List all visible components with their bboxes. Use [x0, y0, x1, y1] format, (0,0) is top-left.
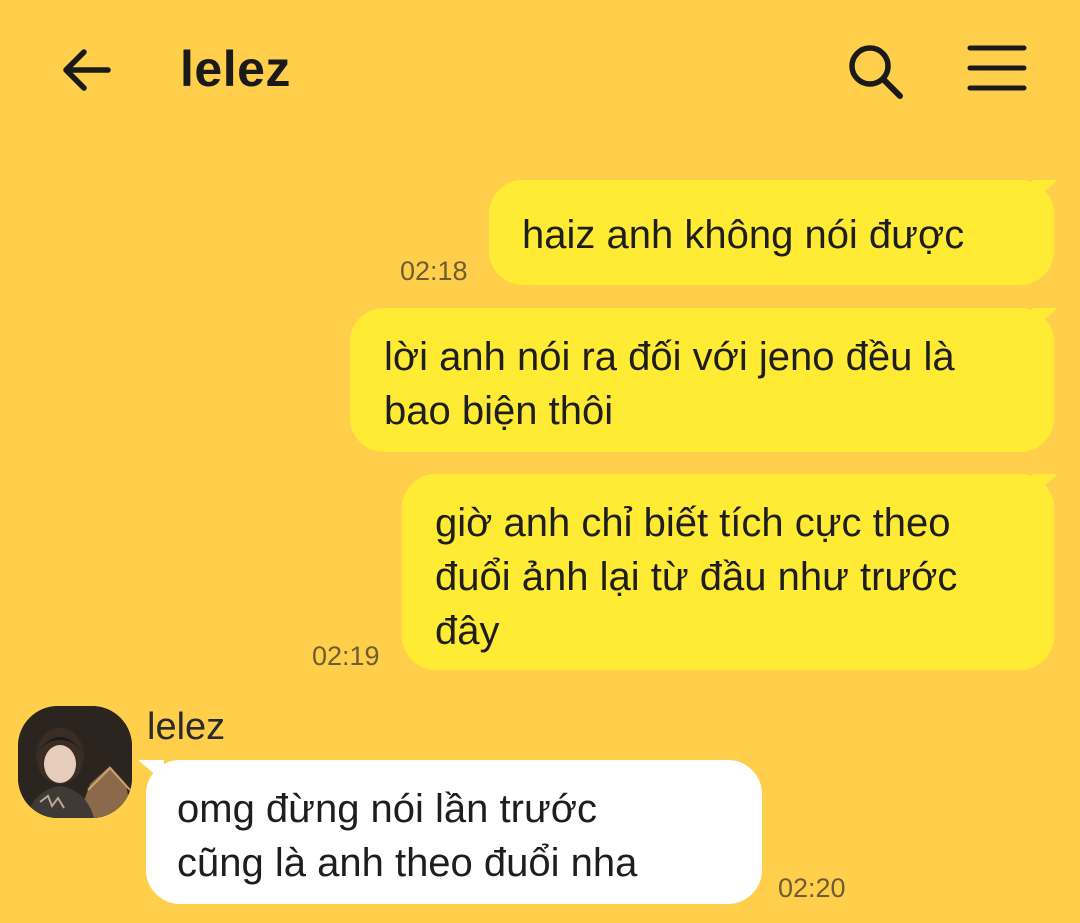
- search-button[interactable]: [844, 40, 908, 104]
- chat-title: lelez: [180, 41, 291, 97]
- chat-header: lelez: [0, 0, 1080, 140]
- profile-photo: [18, 706, 132, 818]
- hamburger-menu-icon: [967, 45, 1027, 91]
- bubble-tail: [1032, 474, 1058, 496]
- message-line: omg đừng nói lần trước: [177, 787, 597, 831]
- message-timestamp: 02:20: [778, 873, 846, 903]
- message-timestamp: 02:19: [312, 641, 380, 671]
- sender-name: lelez: [147, 706, 226, 748]
- message-line: bao biện thôi: [384, 389, 614, 433]
- message-line: haiz anh không nói được: [522, 213, 965, 257]
- menu-button[interactable]: [966, 42, 1028, 98]
- avatar[interactable]: [18, 706, 132, 818]
- message-bubble-outgoing[interactable]: haiz anh không nói được: [489, 180, 1054, 285]
- arrow-left-icon: [63, 49, 111, 91]
- message-line: đây: [435, 609, 500, 653]
- message-line: cũng là anh theo đuổi nha: [177, 841, 638, 885]
- bubble-tail: [1032, 308, 1058, 330]
- back-button[interactable]: [58, 42, 118, 98]
- message-bubble-incoming[interactable]: omg đừng nói lần trước cũng là anh theo …: [146, 760, 762, 904]
- search-icon: [849, 45, 903, 99]
- message-bubble-outgoing[interactable]: lời anh nói ra đối với jeno đều là bao b…: [350, 308, 1054, 452]
- message-line: đuổi ảnh lại từ đầu như trước: [435, 555, 958, 599]
- bubble-tail: [1032, 180, 1058, 202]
- message-timestamp: 02:18: [400, 256, 468, 286]
- message-line: lời anh nói ra đối với jeno đều là: [384, 335, 955, 379]
- message-line: giờ anh chỉ biết tích cực theo: [435, 501, 951, 545]
- message-bubble-outgoing[interactable]: giờ anh chỉ biết tích cực theo đuổi ảnh …: [402, 474, 1054, 670]
- bubble-tail: [138, 760, 164, 782]
